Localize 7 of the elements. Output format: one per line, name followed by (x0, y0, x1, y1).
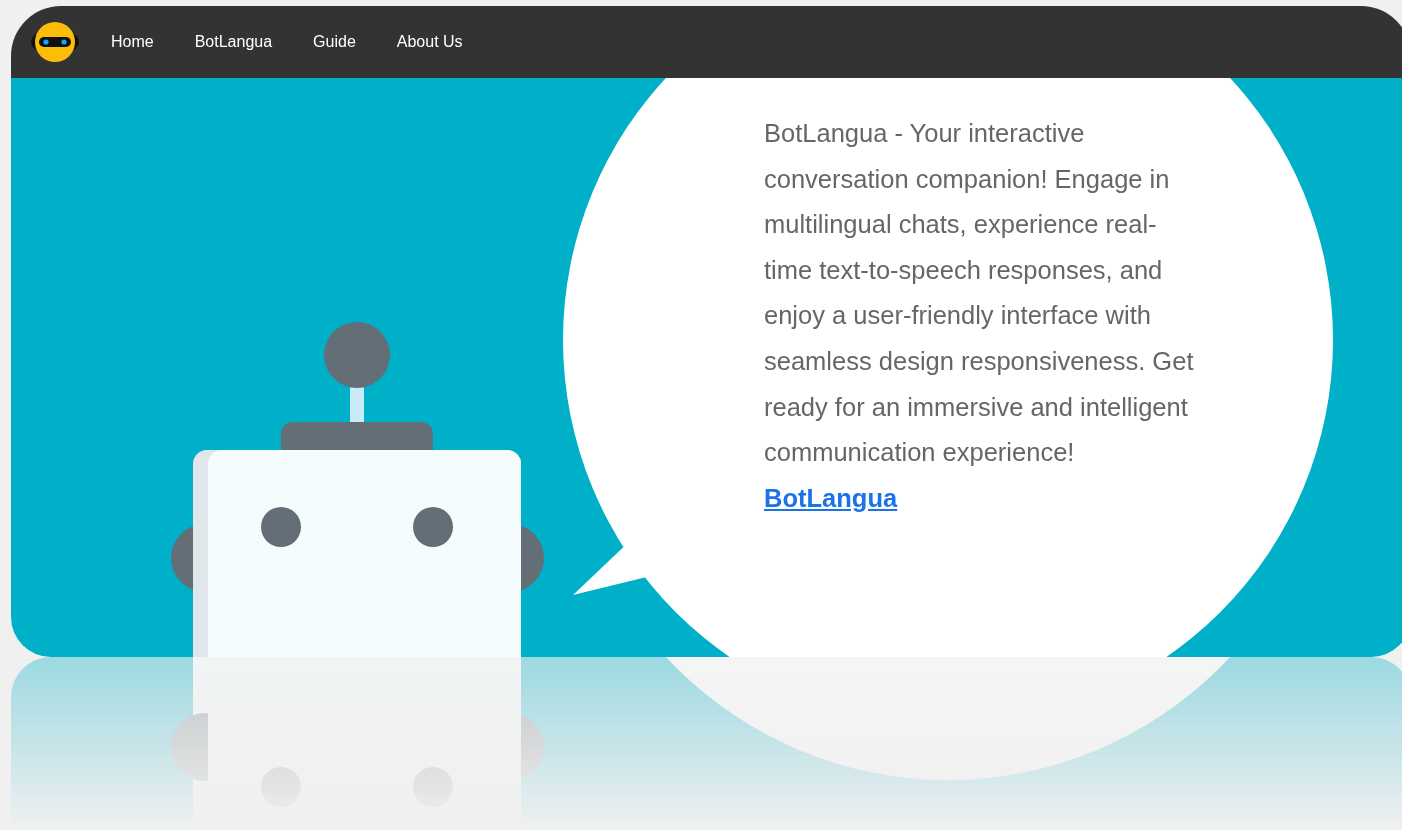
nav-link[interactable]: About Us (396, 33, 463, 51)
nav-link[interactable]: Guide (313, 33, 356, 51)
nav-link[interactable]: BotLangua (194, 33, 273, 51)
intro-paragraph: BotLangua - Your interactive conversation companion! Engage in multilingual chats, experience real-time text-to-speech responses, and enjoy a user-friendly interface with seamless design responsiveness. Get ready for an immersive and intelligent communication experience! BotLangua (764, 118, 1194, 514)
botlangua-link[interactable]: BotLangua (764, 483, 898, 512)
nav-link[interactable]: Home (111, 33, 154, 51)
robot-logo-icon[interactable] (31, 20, 79, 64)
